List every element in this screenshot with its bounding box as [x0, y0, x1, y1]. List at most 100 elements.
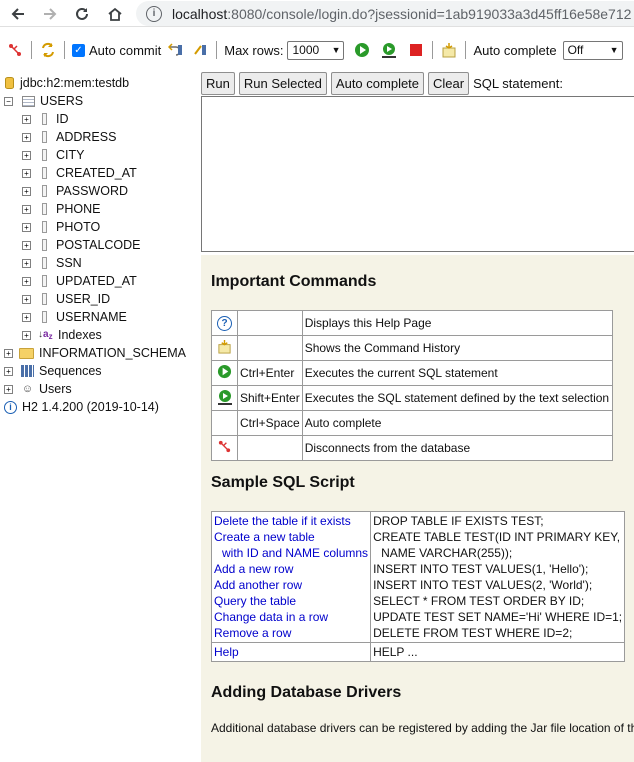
column-icon — [42, 221, 47, 233]
history-icon[interactable] — [440, 41, 458, 59]
expand-icon[interactable]: + — [4, 348, 13, 358]
collapse-icon[interactable]: − — [4, 96, 13, 106]
table-icon — [22, 95, 35, 107]
run-selected-icon — [217, 389, 233, 408]
commit-icon[interactable] — [191, 41, 209, 59]
help-link[interactable]: Help — [214, 644, 368, 660]
expand-icon[interactable]: + — [22, 240, 31, 250]
tree-connection[interactable]: jdbc:h2:mem:testdb — [0, 74, 200, 92]
indexes-label: Indexes — [58, 328, 102, 342]
tree-column[interactable]: + PHONE — [0, 200, 200, 218]
rollback-icon[interactable] — [167, 41, 185, 59]
column-label: USER_ID — [56, 292, 111, 306]
information-schema-label: INFORMATION_SCHEMA — [39, 346, 186, 360]
commands-table: ? Displays this Help Page Shows the Comman… — [211, 310, 613, 461]
address-bar[interactable]: i localhost:8080/console/login.do?jsessi… — [136, 1, 634, 26]
sample-link[interactable]: with ID and NAME columns — [214, 545, 368, 561]
expand-icon[interactable]: + — [22, 114, 31, 124]
max-rows-select[interactable]: 1000 ▼ — [287, 40, 345, 60]
tree-column[interactable]: + USER_ID — [0, 290, 200, 308]
tree-column[interactable]: + PHOTO — [0, 218, 200, 236]
run-selected-button[interactable]: Run Selected — [238, 72, 327, 95]
column-icon — [42, 293, 47, 305]
table-row: ? Displays this Help Page — [211, 310, 613, 336]
expand-icon[interactable]: + — [22, 222, 31, 232]
auto-complete-button[interactable]: Auto complete — [330, 72, 425, 95]
table-row: Ctrl+Space Auto complete — [211, 410, 613, 436]
connection-label: jdbc:h2:mem:testdb — [20, 76, 130, 90]
sequences-icon — [21, 365, 34, 377]
column-label: PHONE — [56, 202, 101, 216]
sample-link[interactable]: Change data in a row — [214, 609, 368, 625]
run-icon[interactable] — [353, 41, 371, 59]
expand-icon[interactable]: + — [22, 168, 31, 178]
sample-link[interactable]: Query the table — [214, 593, 368, 609]
expand-icon[interactable]: + — [22, 312, 31, 322]
tree-column[interactable]: + ADDRESS — [0, 128, 200, 146]
info-icon: i — [4, 400, 17, 414]
column-label: CREATED_AT — [56, 166, 137, 180]
tree-column[interactable]: + POSTALCODE — [0, 236, 200, 254]
sample-link[interactable]: Add a new row — [214, 561, 368, 577]
tree-column[interactable]: + CITY — [0, 146, 200, 164]
back-arrow-icon[interactable] — [8, 4, 28, 24]
command-icon-cell — [211, 410, 238, 436]
tree-column[interactable]: + UPDATED_AT — [0, 272, 200, 290]
expand-icon[interactable]: + — [4, 384, 13, 394]
auto-complete-select[interactable]: Off ▼ — [562, 40, 623, 60]
console-toolbar: ✓ Auto commit Max rows: 1000 ▼ Auto comp… — [0, 36, 634, 64]
command-key: Shift+Enter — [237, 385, 303, 411]
sample-script-heading: Sample SQL Script — [211, 474, 355, 491]
column-icon — [42, 185, 47, 197]
info-icon[interactable]: i — [146, 5, 162, 22]
sample-code-line: DROP TABLE IF EXISTS TEST; — [373, 514, 544, 528]
expand-icon[interactable]: + — [22, 186, 31, 196]
max-rows-value: 1000 — [292, 43, 320, 57]
expand-icon[interactable]: + — [22, 294, 31, 304]
tree-column[interactable]: + SSN — [0, 254, 200, 272]
tree-column[interactable]: + CREATED_AT — [0, 164, 200, 182]
sql-editor[interactable] — [201, 96, 634, 252]
auto-commit-checkbox[interactable]: ✓ — [72, 43, 85, 57]
expand-icon[interactable]: + — [22, 276, 31, 286]
tree-users[interactable]: + ☺ Users — [0, 380, 200, 398]
expand-icon[interactable]: + — [22, 150, 31, 160]
browser-bar: i localhost:8080/console/login.do?jsessi… — [0, 0, 634, 27]
tree-column[interactable]: + PASSWORD — [0, 182, 200, 200]
stop-icon[interactable] — [407, 41, 425, 59]
tree-column[interactable]: + ID — [0, 110, 200, 128]
sample-link[interactable]: Remove a row — [214, 625, 368, 641]
expand-icon[interactable]: + — [22, 132, 31, 142]
expand-icon[interactable]: + — [22, 258, 31, 268]
tree-indexes[interactable]: + ↓az Indexes — [0, 326, 200, 344]
tree-sequences[interactable]: + Sequences — [0, 362, 200, 380]
run-button[interactable]: Run — [201, 72, 235, 95]
sample-links-cell: Delete the table if it exists Create a ne… — [210, 511, 372, 643]
toolbar-divider — [216, 41, 218, 59]
sample-code-line: CREATE TABLE TEST(ID INT PRIMARY KEY, — [373, 530, 621, 544]
sample-link[interactable]: Delete the table if it exists — [214, 513, 368, 529]
forward-arrow-icon[interactable] — [40, 4, 60, 24]
run-selected-icon[interactable] — [380, 41, 398, 59]
home-icon[interactable] — [105, 4, 125, 24]
tree-information-schema[interactable]: + INFORMATION_SCHEMA — [0, 344, 200, 362]
refresh-icon[interactable] — [39, 41, 57, 59]
command-description: Auto complete — [301, 410, 613, 436]
tree-table-users[interactable]: − USERS — [0, 92, 200, 110]
expand-icon[interactable]: + — [22, 204, 31, 214]
expand-icon[interactable]: + — [4, 366, 13, 376]
disconnect-icon[interactable] — [6, 41, 24, 59]
sample-code-line: DELETE FROM TEST WHERE ID=2; — [373, 626, 573, 640]
version-label: H2 1.4.200 (2019-10-14) — [22, 400, 159, 414]
sample-link[interactable]: Create a new table — [214, 529, 368, 545]
folder-icon — [19, 347, 34, 359]
sample-link[interactable]: Add another row — [214, 577, 368, 593]
clear-button[interactable]: Clear — [428, 72, 470, 95]
drivers-description: Additional database drivers can be regis… — [211, 721, 634, 735]
column-icon — [42, 113, 47, 125]
schema-tree: jdbc:h2:mem:testdb − USERS + ID + ADDRESS + C… — [0, 74, 200, 416]
expand-icon[interactable]: + — [22, 330, 31, 340]
tree-column[interactable]: + USERNAME — [0, 308, 200, 326]
column-icon — [42, 167, 47, 179]
reload-icon[interactable] — [72, 4, 92, 24]
